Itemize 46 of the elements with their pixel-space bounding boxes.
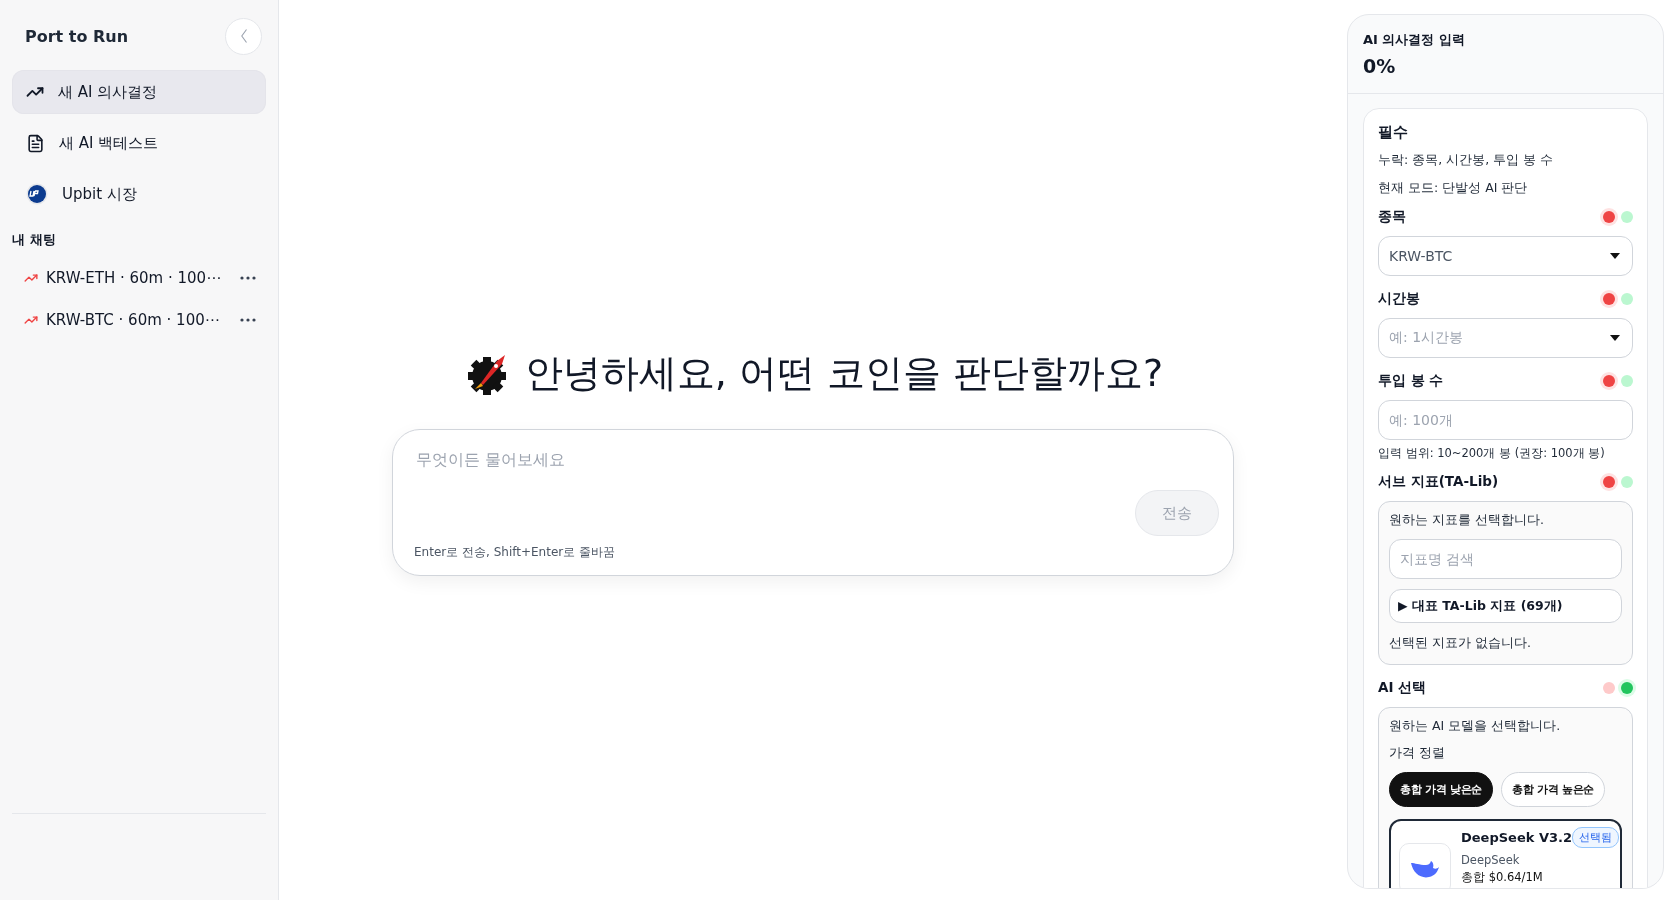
select-field[interactable]: KRW-BTC [1378, 236, 1633, 276]
section-title: 필수 [1378, 123, 1409, 142]
mode-text: 현재 모드: 단발성 AI 판단 [1378, 180, 1529, 197]
input-field[interactable]: 예: 100개 [1378, 400, 1633, 440]
model-provider: DeepSeek [1461, 853, 1521, 867]
nav-item[interactable]: 새 AI 백테스트 [12, 121, 266, 165]
nav-item[interactable]: 새 AI 의사결정 [12, 70, 266, 114]
app-title: Port to Run [25, 26, 129, 46]
more-icon [240, 318, 256, 322]
field-label: 시간봉 [1378, 290, 1420, 308]
trend-icon [24, 313, 38, 327]
dropdown-caret-icon [1610, 335, 1620, 341]
missing-text: 누락: 종목, 시간봉, 투입 봉 수 [1378, 152, 1555, 169]
empty-text: 선택된 지표가 없습니다. [1389, 635, 1532, 652]
description-text: 원하는 AI 모델을 선택합니다. [1389, 718, 1562, 735]
model-name: DeepSeek V3.2 [1461, 830, 1572, 845]
chevron-left-icon [240, 29, 247, 43]
search-field[interactable]: 지표명 검색 [1389, 539, 1622, 579]
selected-badge: 선택됨 [1572, 827, 1619, 848]
panel-title: AI 의사결정 입력 [1363, 31, 1466, 49]
field-label: 서브 지표(TA-Lib) [1378, 473, 1499, 491]
chat-input-box[interactable]: 무엇이든 물어보세요 전송 Enter로 전송, Shift+Enter로 줄바꿈 [392, 429, 1234, 576]
greeting-heading: 안녕하세요, 어떤 코인을 판단할까요? [524, 350, 1164, 397]
sort-label: 가격 정렬 [1389, 745, 1446, 762]
trend-icon [24, 271, 38, 285]
section-heading: 내 채팅 [12, 231, 57, 249]
collapse-button[interactable] [225, 17, 262, 55]
indicator-list-toggle[interactable]: ▶ 대표 TA-Lib 지표 (69개) [1389, 589, 1622, 623]
progress-text: 0% [1363, 55, 1397, 77]
field-label: AI 선택 [1378, 679, 1427, 697]
model-card[interactable]: DeepSeek V3.2 선택됨 DeepSeek 총합 $0.64/1M [1389, 819, 1622, 888]
chat-item[interactable]: KRW-BTC · 60m · 100⋯ [12, 301, 266, 339]
help-text: 입력 범위: 10~200개 봉 (권장: 100개 봉) [1378, 446, 1606, 461]
model-price: 총합 $0.64/1M [1461, 870, 1544, 885]
more-icon [240, 276, 256, 280]
dropdown-caret-icon [1610, 253, 1620, 259]
sort-button[interactable]: 총합 가격 낮은순 [1389, 772, 1493, 807]
description-text: 원하는 지표를 선택합니다. [1389, 512, 1545, 529]
nav-item[interactable]: Upbit 시장 [12, 172, 266, 216]
document-icon [26, 133, 45, 153]
hint-text: Enter로 전송, Shift+Enter로 줄바꿈 [414, 544, 616, 561]
chat-item[interactable]: KRW-ETH · 60m · 100⋯ [12, 259, 266, 297]
field-label: 투입 봉 수 [1378, 372, 1444, 390]
sort-button[interactable]: 총합 가격 높은순 [1500, 772, 1605, 807]
field-label: 종목 [1378, 208, 1406, 226]
upbit-logo-icon [26, 183, 48, 205]
